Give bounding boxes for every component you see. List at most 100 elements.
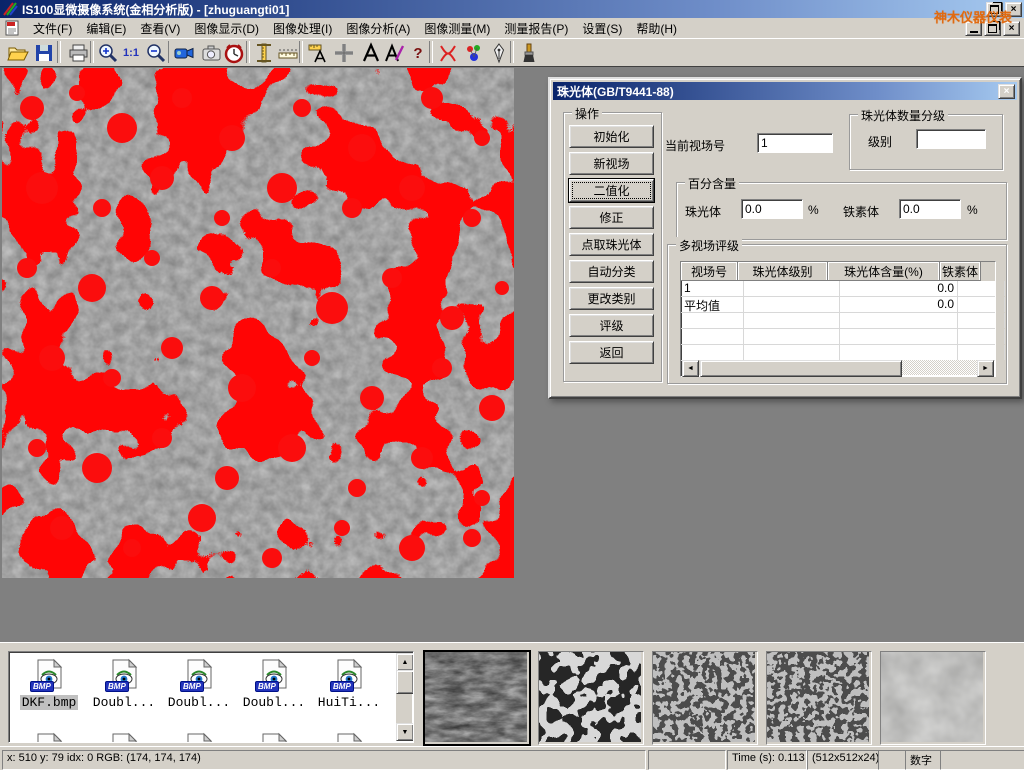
count-points-button[interactable] [461,40,487,66]
move-cross-button[interactable] [331,40,357,66]
file-name-selected[interactable]: DKF.bmp [20,695,79,710]
actual-size-button[interactable]: 1:1 [118,40,144,66]
table-horizontal-scrollbar[interactable]: ◄ ► [682,360,994,375]
table-row[interactable]: 平均值 0.0 [681,297,995,313]
pick-pearlite-button[interactable]: 点取珠光体 [569,233,654,256]
thumbnail-5[interactable] [880,651,986,745]
thumbnail-2[interactable] [538,651,644,745]
file-item[interactable]: BMP [163,732,235,743]
menu-settings[interactable]: 设置(S) [575,18,629,39]
file-item[interactable]: BMP Doubl... [163,658,235,710]
mdi-restore-button[interactable] [984,21,1001,36]
bmp-badge: BMP [180,681,204,692]
file-list[interactable]: BMP DKF.bmp BMP Doubl... BMP Doubl... [8,651,414,743]
ferrite-unit: % [967,203,978,217]
menu-image-display[interactable]: 图像显示(D) [187,18,266,39]
change-class-button[interactable]: 更改类别 [569,287,654,310]
file-item[interactable]: BMP HuiTi... [313,658,385,710]
dialog-title: 珠光体(GB/T9441-88) [557,83,674,100]
file-item[interactable]: BMP [238,732,310,743]
file-list-scrollbar[interactable]: ▲ ▼ [396,653,412,741]
mdi-close-button[interactable]: × [1003,21,1020,36]
menu-measure-report[interactable]: 测量报告(P) [497,18,575,39]
thumbnail-3[interactable] [652,651,758,745]
restore-button[interactable] [986,2,1003,17]
scroll-left-arrow-icon[interactable]: ◄ [682,360,699,377]
zoom-out-icon [145,42,167,64]
init-button[interactable]: 初始化 [569,125,654,148]
grade-group: 珠光体数量分级 级别 [849,114,1003,170]
zoom-out-button[interactable] [143,40,169,66]
col-pearlite-content[interactable]: 珠光体含量(%) [828,262,940,281]
brush-button[interactable] [516,40,542,66]
text-edit-icon [383,42,405,64]
file-name[interactable]: Doubl... [166,695,232,710]
print-button[interactable] [65,40,91,66]
dialog-close-button[interactable]: × [998,84,1015,99]
file-item[interactable]: BMP [88,732,160,743]
file-item[interactable]: BMP [13,732,85,743]
bmp-file-icon: BMP [107,679,141,693]
pearlite-percent-input[interactable] [741,199,803,219]
print-icon [67,42,89,64]
binarize-button[interactable]: 二值化 [569,179,654,202]
menu-file[interactable]: 文件(F) [26,18,79,39]
level-input[interactable] [916,129,986,149]
grading-table[interactable]: 视场号 珠光体级别 珠光体含量(%) 铁素体 1 0.0 平均值 [680,261,996,377]
file-name[interactable]: HuiTi... [316,695,382,710]
correct-button[interactable]: 修正 [569,206,654,229]
open-button[interactable] [5,40,31,66]
close-button[interactable]: × [1005,2,1022,17]
timer-button[interactable] [221,40,247,66]
scroll-right-arrow-icon[interactable]: ► [977,360,994,377]
scrollbar-thumb[interactable] [396,670,414,694]
table-header: 视场号 珠光体级别 珠光体含量(%) 铁素体 [681,262,995,281]
scroll-down-arrow-icon[interactable]: ▼ [396,723,414,741]
metallograph-image[interactable] [2,68,514,578]
menu-image-measure[interactable]: 图像测量(M) [417,18,497,39]
col-pearlite-grade[interactable]: 珠光体级别 [738,262,828,281]
col-ferrite-content[interactable]: 铁素体 [940,262,981,281]
file-item[interactable]: BMP [313,732,385,743]
menu-edit[interactable]: 编辑(E) [79,18,133,39]
file-item[interactable]: BMP Doubl... [238,658,310,710]
scroll-up-arrow-icon[interactable]: ▲ [396,653,414,671]
mdi-minimize-button[interactable] [965,21,982,36]
curve-tool-button[interactable] [435,40,461,66]
ferrite-percent-input[interactable] [899,199,961,219]
auto-classify-button[interactable]: 自动分类 [569,260,654,283]
video-camera-button[interactable] [171,40,197,66]
current-field-input[interactable] [757,133,833,153]
thumbnail-4[interactable] [766,651,872,745]
table-row[interactable]: 1 0.0 [681,281,995,297]
title-bar: IS100显微摄像系统(金相分析版) - [zhuguangti01] × [0,0,1024,18]
horizontal-ruler-button[interactable] [275,40,301,66]
save-button[interactable] [31,40,57,66]
pen-button[interactable] [486,40,512,66]
pearlite-dialog: 珠光体(GB/T9441-88) × 操作 初始化 新视场 二值化 修正 点取珠… [548,77,1022,399]
vertical-caliper-button[interactable] [251,40,277,66]
table-row-empty [681,345,995,361]
menu-image-processing[interactable]: 图像处理(I) [266,18,339,39]
grade-button[interactable]: 评级 [569,314,654,337]
file-name[interactable]: Doubl... [241,695,307,710]
measure-label-button[interactable] [305,40,331,66]
col-field-no[interactable]: 视场号 [681,262,738,281]
thumbnail-1[interactable] [424,651,530,745]
help-button[interactable]: ? [405,40,431,66]
return-button[interactable]: 返回 [569,341,654,364]
scrollbar-thumb[interactable] [700,360,902,377]
bmp-badge: BMP [255,681,279,692]
file-name[interactable]: Doubl... [91,695,157,710]
dialog-title-bar[interactable]: 珠光体(GB/T9441-88) × [553,82,1017,100]
new-field-button[interactable]: 新视场 [569,152,654,175]
table-row-empty [681,329,995,345]
file-item[interactable]: BMP DKF.bmp [13,658,85,710]
text-edit-button[interactable] [381,40,407,66]
menu-view[interactable]: 查看(V) [133,18,187,39]
file-item[interactable]: BMP Doubl... [88,658,160,710]
cell-field: 1 [681,281,744,296]
menu-image-analysis[interactable]: 图像分析(A) [339,18,417,39]
move-cross-icon [333,42,355,64]
menu-help[interactable]: 帮助(H) [629,18,684,39]
